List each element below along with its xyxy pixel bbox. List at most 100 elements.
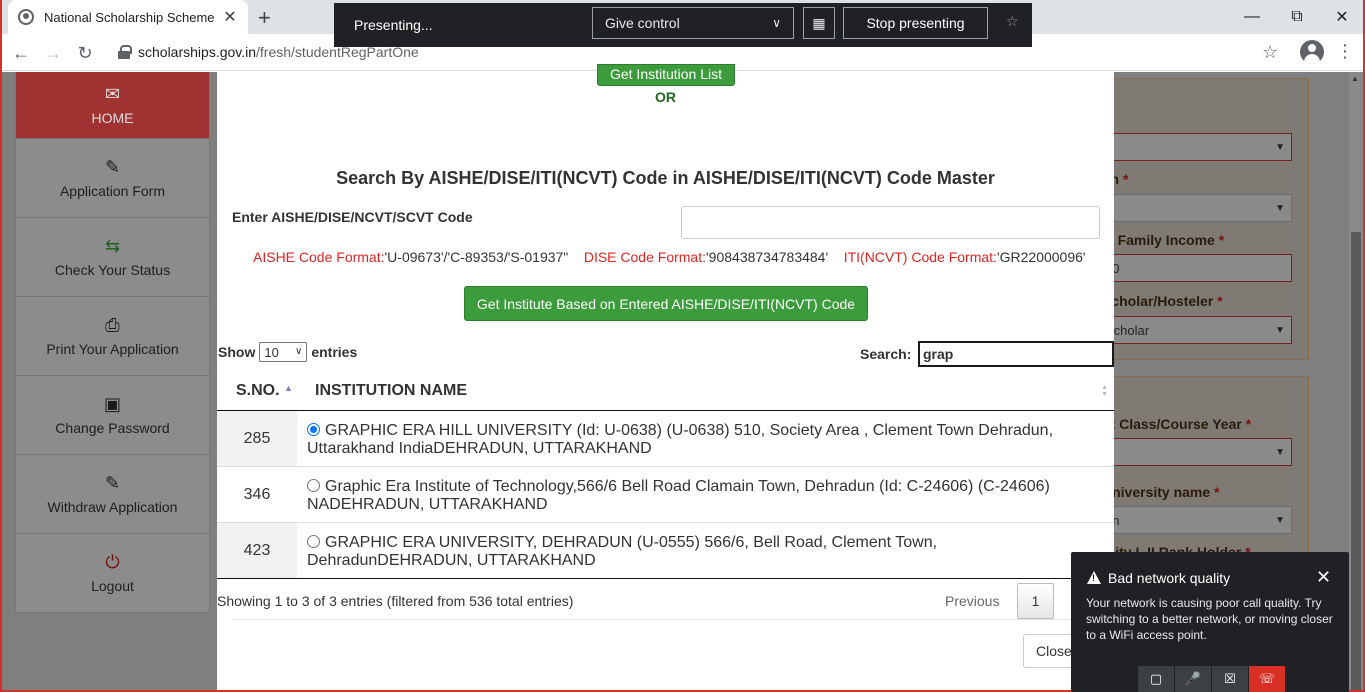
scroll-up-icon[interactable]: ▲ bbox=[1351, 74, 1359, 83]
lock-icon: ▣ bbox=[103, 394, 121, 414]
row-sno: 346 bbox=[217, 467, 297, 522]
forward-icon[interactable]: → bbox=[40, 40, 66, 66]
code-input[interactable] bbox=[681, 206, 1100, 239]
network-quality-toast: Bad network quality ✕ Your network is ca… bbox=[1071, 552, 1349, 692]
sidebar-item-label: Print Your Application bbox=[46, 341, 179, 357]
get-institute-by-code-button[interactable]: Get Institute Based on Entered AISHE/DIS… bbox=[464, 286, 868, 321]
browser-tab[interactable]: National Scholarship Scheme ✕ bbox=[8, 0, 248, 34]
site-favicon-icon bbox=[18, 9, 34, 25]
power-icon: ⏻ bbox=[105, 552, 120, 572]
presenting-status: Presenting... bbox=[354, 17, 433, 33]
give-control-label: Give control bbox=[605, 15, 680, 31]
sidebar-item-logout[interactable]: ⏻ Logout bbox=[15, 534, 210, 613]
edit-icon: ✎ bbox=[104, 157, 121, 177]
search-label: Search: bbox=[860, 346, 912, 362]
form-label: nt Class/Course Year * bbox=[1102, 416, 1252, 432]
sidebar-item-check-status[interactable]: ⇆ Check Your Status bbox=[15, 218, 210, 297]
form-select[interactable]: ▼ bbox=[1102, 438, 1292, 466]
or-separator: OR bbox=[655, 89, 676, 105]
sidebar-item-change-password[interactable]: ▣ Change Password bbox=[15, 376, 210, 455]
give-control-dropdown[interactable]: Give control ∨ bbox=[592, 7, 794, 39]
show-label: Show bbox=[218, 344, 256, 360]
scrollbar-thumb[interactable] bbox=[1351, 232, 1361, 692]
form-select[interactable]: ▼ bbox=[1102, 133, 1292, 161]
menu-kebab-icon[interactable]: ⋮ bbox=[1336, 42, 1354, 60]
sidebar-item-label: Change Password bbox=[55, 420, 170, 436]
printer-icon: ⎙ bbox=[105, 315, 120, 335]
modal-footer-divider bbox=[232, 619, 1114, 620]
form-label: University name * bbox=[1102, 484, 1220, 500]
form-label: Scholar/Hosteler * bbox=[1102, 293, 1223, 309]
chevron-down-icon: ▼ bbox=[1275, 514, 1285, 526]
form-input[interactable]: 00 bbox=[1102, 254, 1292, 282]
sidebar-item-label: Logout bbox=[91, 578, 134, 594]
tab-title: National Scholarship Scheme bbox=[44, 9, 215, 25]
row-institution-name: GRAPHIC ERA UNIVERSITY, DEHRADUN (U-0555… bbox=[307, 534, 938, 569]
sidebar-item-label: Check Your Status bbox=[54, 262, 171, 278]
table-row[interactable]: 346 Graphic Era Institute of Technology,… bbox=[217, 467, 1114, 523]
stop-share-icon[interactable]: ☒ bbox=[1212, 666, 1248, 692]
column-header-sno[interactable]: S.NO. bbox=[236, 382, 280, 400]
sidebar: ✉ HOME ✎ Application Form ⇆ Check Your S… bbox=[15, 72, 210, 613]
call-controls: ▢ 🎤 ☒ ☏ bbox=[1138, 666, 1286, 692]
sidebar-item-application-form[interactable]: ✎ Application Form bbox=[15, 139, 210, 218]
column-header-institution-name[interactable]: INSTITUTION NAME bbox=[315, 382, 467, 400]
stop-presenting-button[interactable]: Stop presenting bbox=[843, 7, 988, 39]
presenting-bar: Presenting... Give control ∨ ▦ Stop pres… bbox=[334, 3, 1032, 47]
form-select[interactable]: Scholar ▼ bbox=[1102, 316, 1292, 344]
code-search-heading: Search By AISHE/DISE/ITI(NCVT) Code in A… bbox=[336, 168, 995, 188]
pin-icon[interactable]: ☆ bbox=[1006, 13, 1019, 30]
profile-avatar-icon[interactable] bbox=[1300, 40, 1324, 64]
form-select[interactable]: u▼ bbox=[1102, 194, 1292, 222]
institution-radio[interactable] bbox=[307, 535, 320, 548]
get-institution-list-button[interactable]: Get Institution List bbox=[597, 64, 735, 86]
lock-icon bbox=[118, 45, 132, 59]
back-icon[interactable]: ← bbox=[8, 40, 34, 66]
envelope-icon: ✉ bbox=[104, 84, 121, 104]
chevron-down-icon: ▼ bbox=[1275, 141, 1285, 153]
maximize-icon[interactable]: ⧉ bbox=[1274, 0, 1320, 34]
sidebar-item-label: Application Form bbox=[59, 183, 166, 199]
camera-off-icon[interactable]: ▢ bbox=[1138, 666, 1174, 692]
bookmark-star-icon[interactable]: ☆ bbox=[1262, 42, 1278, 63]
chevron-down-icon: ∨ bbox=[295, 346, 303, 357]
table-header: S.NO. ▲ INSTITUTION NAME ▲ ▼ bbox=[217, 373, 1114, 411]
edit-icon: ✎ bbox=[104, 473, 121, 493]
page-scrollbar[interactable]: ▲ bbox=[1349, 72, 1363, 692]
table-row[interactable]: 285 GRAPHIC ERA HILL UNIVERSITY (Id: U-0… bbox=[217, 411, 1114, 467]
institution-radio[interactable] bbox=[307, 479, 320, 492]
sidebar-item-home[interactable]: ✉ HOME bbox=[15, 72, 210, 139]
table-info: Showing 1 to 3 of 3 entries (filtered fr… bbox=[217, 593, 574, 609]
institution-search-modal: Get Institution List OR Search By AISHE/… bbox=[217, 64, 1114, 692]
tab-close-icon[interactable]: ✕ bbox=[222, 7, 238, 27]
institution-radio[interactable] bbox=[307, 423, 320, 436]
sidebar-item-withdraw-application[interactable]: ✎ Withdraw Application bbox=[15, 455, 210, 534]
row-sno: 285 bbox=[217, 411, 297, 466]
chevron-down-icon: ▼ bbox=[1275, 202, 1285, 214]
previous-page-button[interactable]: Previous bbox=[945, 593, 999, 609]
sort-both-icon: ▲ ▼ bbox=[1101, 384, 1108, 398]
table-row[interactable]: 423 GRAPHIC ERA UNIVERSITY, DEHRADUN (U-… bbox=[217, 523, 1114, 579]
toast-close-icon[interactable]: ✕ bbox=[1316, 567, 1331, 588]
row-institution-name: GRAPHIC ERA HILL UNIVERSITY (Id: U-0638)… bbox=[307, 422, 1054, 457]
hang-up-icon[interactable]: ☏ bbox=[1249, 666, 1285, 692]
url-host: scholarships.gov.in bbox=[138, 44, 257, 60]
reload-icon[interactable]: ↻ bbox=[72, 40, 98, 66]
microphone-icon[interactable]: 🎤 bbox=[1175, 666, 1211, 692]
sidebar-item-print-application[interactable]: ⎙ Print Your Application bbox=[15, 297, 210, 376]
new-tab-button[interactable]: + bbox=[258, 5, 271, 31]
window-close-icon[interactable]: ✕ bbox=[1319, 0, 1365, 34]
sidebar-item-label: Withdraw Application bbox=[47, 499, 178, 515]
entries-select[interactable]: 10 ∨ bbox=[259, 342, 308, 362]
page-1-button[interactable]: 1 bbox=[1017, 583, 1054, 619]
form-select[interactable]: on▼ bbox=[1102, 506, 1292, 534]
institution-table: S.NO. ▲ INSTITUTION NAME ▲ ▼ 285 GRAPHIC … bbox=[217, 373, 1114, 579]
entries-length-control: Show 10 ∨ entries bbox=[218, 342, 357, 362]
hide-screen-icon[interactable]: ▦ bbox=[803, 7, 835, 39]
entries-label: entries bbox=[311, 344, 358, 360]
chevron-down-icon: ▼ bbox=[1275, 324, 1285, 336]
minimize-icon[interactable]: — bbox=[1229, 0, 1275, 34]
chevron-down-icon: ▼ bbox=[1275, 446, 1285, 458]
row-institution-name: Graphic Era Institute of Technology,566/… bbox=[307, 478, 1050, 513]
search-input[interactable]: grap bbox=[918, 341, 1114, 367]
